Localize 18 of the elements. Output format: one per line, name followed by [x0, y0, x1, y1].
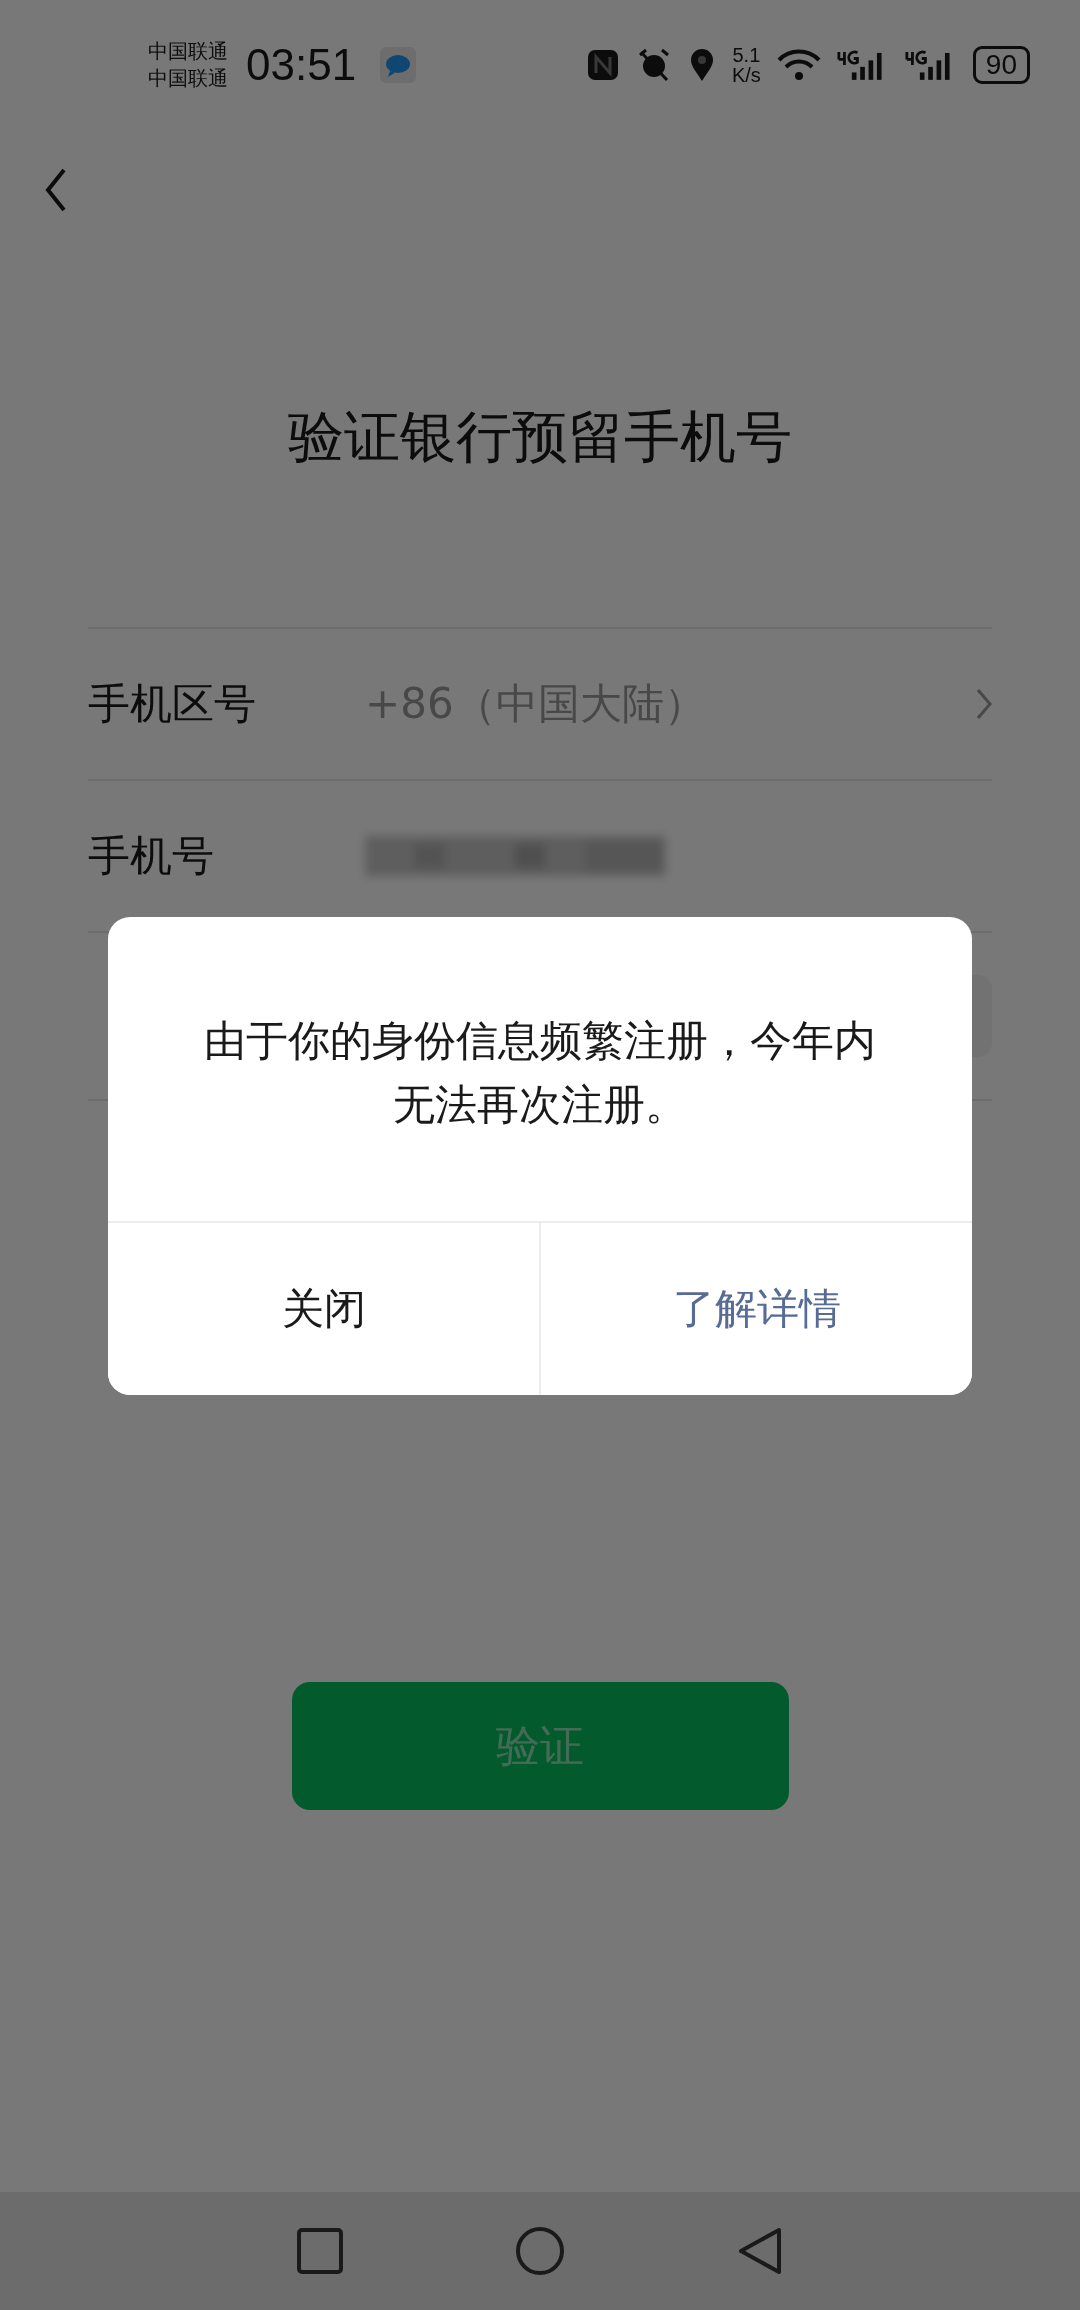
nfc-icon: [585, 48, 620, 82]
network-speed: K/s: [731, 65, 761, 85]
field-label: 手机区号: [88, 678, 257, 730]
clock: 03:51: [246, 40, 357, 90]
dialog-button[interactable]: 了解详情: [539, 1223, 972, 1395]
page-title: 验证银行预留手机号: [287, 403, 793, 471]
wifi-icon: [776, 48, 821, 82]
chat-bubble-icon: [380, 47, 417, 83]
home-icon[interactable]: [515, 2226, 565, 2276]
carrier-name: 中国联通: [148, 38, 228, 65]
field-label: 手机号: [88, 830, 215, 882]
battery-indicator: 90: [972, 46, 1030, 84]
back-icon[interactable]: [44, 166, 68, 214]
dialog-message: 由于你的身份信息频繁注册，今年内无法再次注册。: [203, 1015, 877, 1131]
carrier-name: 中国联通: [148, 65, 228, 92]
recent-apps-icon[interactable]: [295, 2226, 345, 2276]
network-speed: 5.1: [732, 45, 761, 65]
chevron-right-icon: [976, 688, 992, 720]
